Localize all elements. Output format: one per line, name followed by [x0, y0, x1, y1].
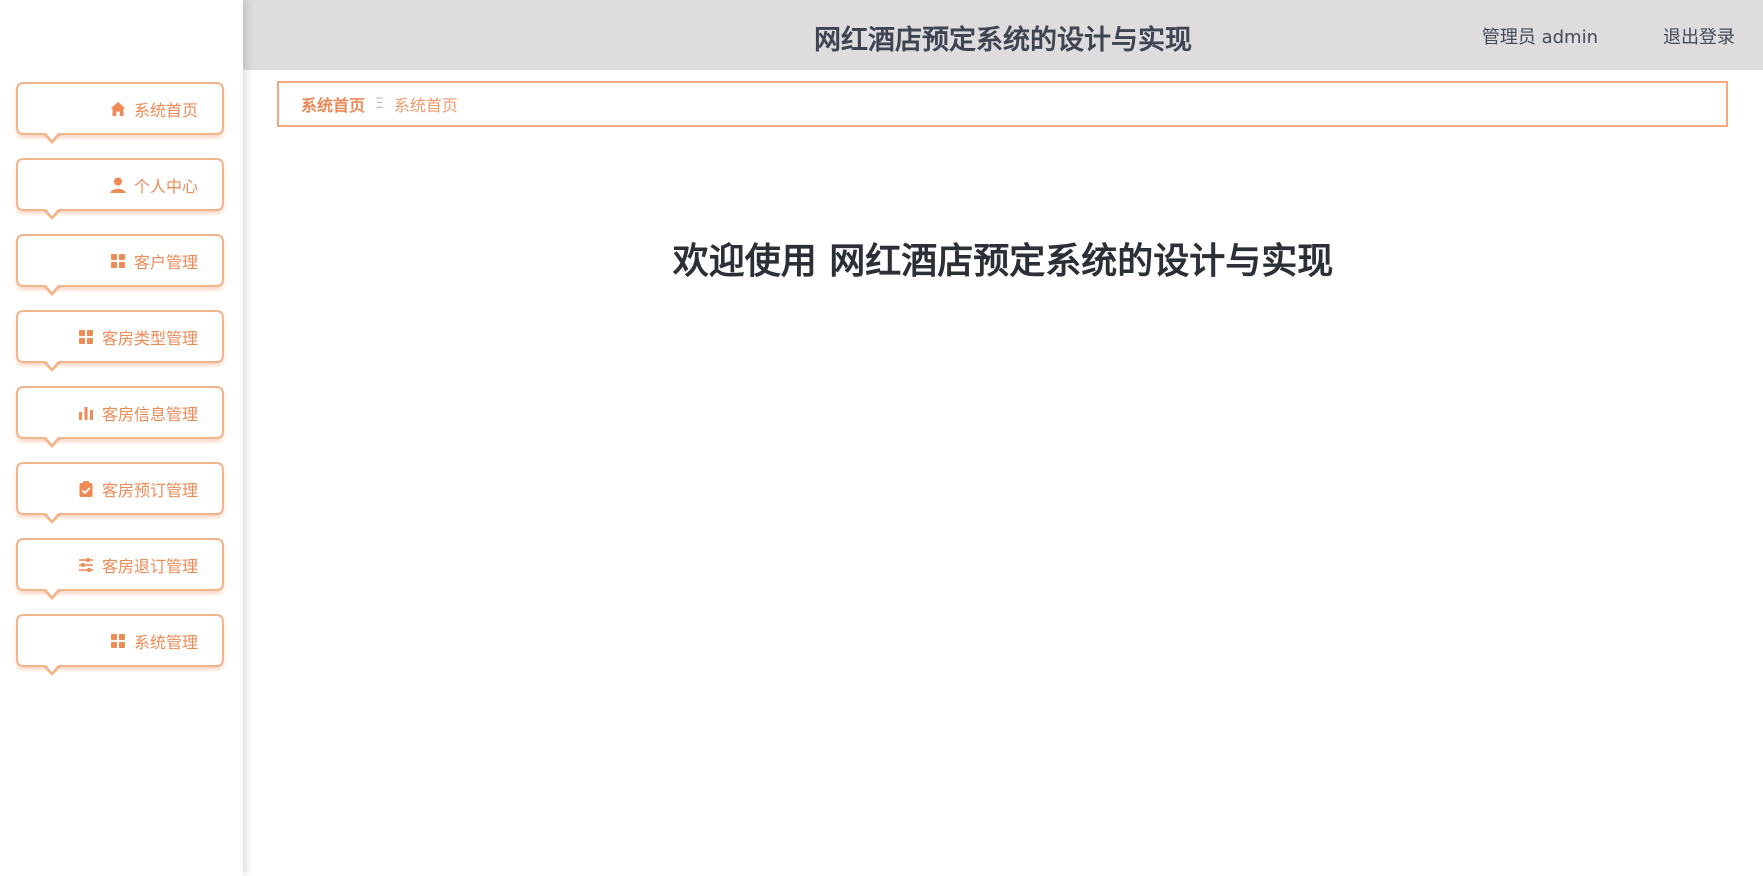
sidebar-item-label: 客房信息管理: [101, 404, 198, 424]
sidebar-item-cancellations[interactable]: 客房退订管理: [16, 538, 224, 600]
sidebar-item-room-types[interactable]: 客房类型管理: [16, 310, 224, 372]
sidebar-item-room-info[interactable]: 客房信息管理: [16, 386, 224, 448]
breadcrumb-separator-icon: Ξ: [375, 96, 384, 112]
breadcrumb-home-link[interactable]: 系统首页: [301, 92, 365, 116]
sliders-icon: [77, 556, 95, 574]
top-header: 网红酒店预定系统的设计与实现 管理员 admin 退出登录: [243, 0, 1763, 70]
logout-button[interactable]: 退出登录: [1663, 23, 1735, 49]
grid-icon: [109, 632, 127, 650]
sidebar-item-customers[interactable]: 客户管理: [16, 234, 224, 296]
sidebar: 系统首页 个人中心 客户管理 客房类型管理 客房信息管理 客房预订管理 客房退订…: [0, 0, 243, 876]
sidebar-item-label: 客户管理: [133, 252, 198, 272]
sidebar-item-label: 个人中心: [133, 176, 198, 196]
sidebar-item-home[interactable]: 系统首页: [16, 82, 224, 144]
home-icon: [109, 100, 127, 118]
grid-icon: [109, 252, 127, 270]
breadcrumb: 系统首页 Ξ 系统首页: [277, 81, 1728, 127]
sidebar-item-profile[interactable]: 个人中心: [16, 158, 224, 220]
grid-icon: [77, 328, 95, 346]
sidebar-item-label: 系统首页: [133, 100, 198, 120]
clipboard-check-icon: [77, 480, 95, 498]
user-icon: [109, 176, 127, 194]
bar-chart-icon: [77, 404, 95, 422]
breadcrumb-current: 系统首页: [393, 96, 458, 115]
sidebar-item-label: 客房预订管理: [101, 480, 198, 500]
sidebar-item-bookings[interactable]: 客房预订管理: [16, 462, 224, 524]
welcome-heading: 欢迎使用 网红酒店预定系统的设计与实现: [672, 241, 1334, 282]
sidebar-item-label: 客房退订管理: [101, 556, 198, 576]
sidebar-item-system[interactable]: 系统管理: [16, 614, 224, 676]
sidebar-item-label: 客房类型管理: [101, 328, 198, 348]
current-user-label: 管理员 admin: [1481, 27, 1598, 48]
sidebar-item-label: 系统管理: [133, 632, 198, 652]
